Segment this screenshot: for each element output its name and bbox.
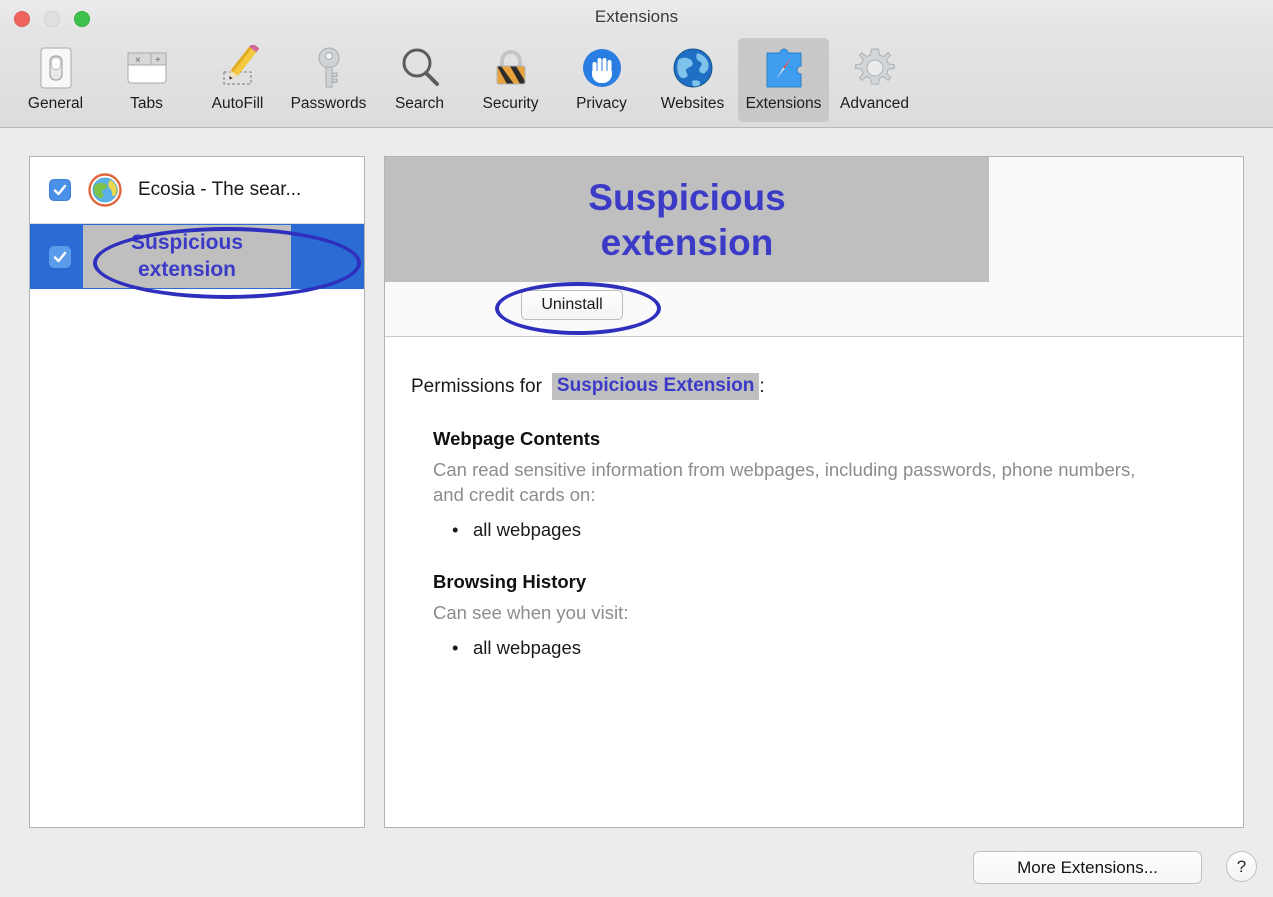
tabs-icon: × + [121, 42, 173, 94]
extension-detail-panel: Suspicious extension Uninstall Permissio… [384, 156, 1244, 828]
magnifier-icon [394, 42, 446, 94]
ecosia-globe-icon [88, 173, 122, 207]
extension-banner-title: Suspicious extension [588, 176, 786, 263]
window-title: Extensions [594, 7, 679, 26]
extension-enabled-checkbox[interactable] [49, 245, 71, 268]
puzzle-compass-icon [758, 42, 810, 94]
toolbar-item-autofill[interactable]: AutoFill [192, 38, 283, 122]
help-button[interactable]: ? [1226, 851, 1257, 882]
list-item[interactable]: Ecosia - The sear... [30, 157, 364, 223]
gear-icon [849, 42, 901, 94]
permission-title: Webpage Contents [433, 428, 601, 449]
permissions-heading: Permissions for Suspicious Extension : [411, 373, 1243, 400]
switch-icon [30, 42, 82, 94]
toolbar-label: Websites [660, 95, 725, 112]
globe-icon [667, 42, 719, 94]
permissions-prefix-label: Permissions for [411, 375, 542, 397]
extension-banner: Suspicious extension [385, 157, 989, 282]
key-icon [303, 42, 355, 94]
permission-scope-list: all webpages [433, 635, 1243, 661]
toolbar-item-general[interactable]: General [10, 38, 101, 122]
permission-title: Browsing History [433, 571, 587, 592]
hand-icon [576, 42, 628, 94]
uninstall-button[interactable]: Uninstall [521, 290, 623, 320]
more-extensions-button[interactable]: More Extensions... [973, 851, 1202, 884]
permission-section-browsing-history: Browsing History Can see when you visit:… [433, 571, 1243, 661]
toolbar-item-security[interactable]: Security [465, 38, 556, 122]
toolbar-item-advanced[interactable]: Advanced [829, 38, 920, 122]
permission-scope-item: all webpages [452, 635, 1243, 661]
padlock-icon [485, 42, 537, 94]
permission-description: Can read sensitive information from webp… [433, 459, 1136, 505]
toolbar-item-websites[interactable]: Websites [647, 38, 738, 122]
checkmark-icon [53, 251, 67, 262]
permission-scope-list: all webpages [433, 517, 1243, 543]
toolbar-label: Extensions [745, 95, 822, 112]
toolbar-label: Tabs [130, 95, 163, 112]
toolbar-label: Advanced [840, 95, 909, 112]
toolbar-label: AutoFill [211, 95, 264, 112]
extension-name: Suspicious extension [83, 225, 291, 288]
title-bar: Extensions [0, 0, 1273, 36]
preferences-toolbar: General × + Tabs AutoFill Passwords Sear… [0, 36, 1273, 128]
extension-enabled-checkbox[interactable] [49, 179, 71, 201]
toolbar-label: Search [394, 95, 445, 112]
checkmark-icon [53, 184, 67, 196]
toolbar-item-extensions[interactable]: Extensions [738, 38, 829, 122]
extension-list-panel: Ecosia - The sear... Suspicious extensio… [29, 156, 365, 828]
permissions-suffix-label: : [759, 375, 765, 397]
pencil-icon [212, 42, 264, 94]
toolbar-label: Privacy [576, 95, 627, 112]
toolbar-label: Security [482, 95, 539, 112]
detail-body: Permissions for Suspicious Extension : W… [385, 337, 1243, 661]
toolbar-item-search[interactable]: Search [374, 38, 465, 122]
toolbar-label: General [27, 95, 84, 112]
permission-scope-item: all webpages [452, 517, 1243, 543]
detail-header: Suspicious extension Uninstall [385, 157, 1243, 337]
permissions-extension-name: Suspicious Extension [551, 373, 760, 400]
toolbar-item-privacy[interactable]: Privacy [556, 38, 647, 122]
toolbar-item-tabs[interactable]: × + Tabs [101, 38, 192, 122]
permission-description: Can see when you visit: [433, 602, 629, 623]
toolbar-item-passwords[interactable]: Passwords [283, 38, 374, 122]
extension-name: Ecosia - The sear... [138, 179, 302, 200]
svg-text:×: × [135, 55, 141, 66]
permission-section-webpage-contents: Webpage Contents Can read sensitive info… [433, 428, 1243, 543]
svg-text:+: + [155, 55, 161, 66]
list-item[interactable]: Suspicious extension [30, 223, 364, 289]
toolbar-label: Passwords [290, 95, 367, 112]
